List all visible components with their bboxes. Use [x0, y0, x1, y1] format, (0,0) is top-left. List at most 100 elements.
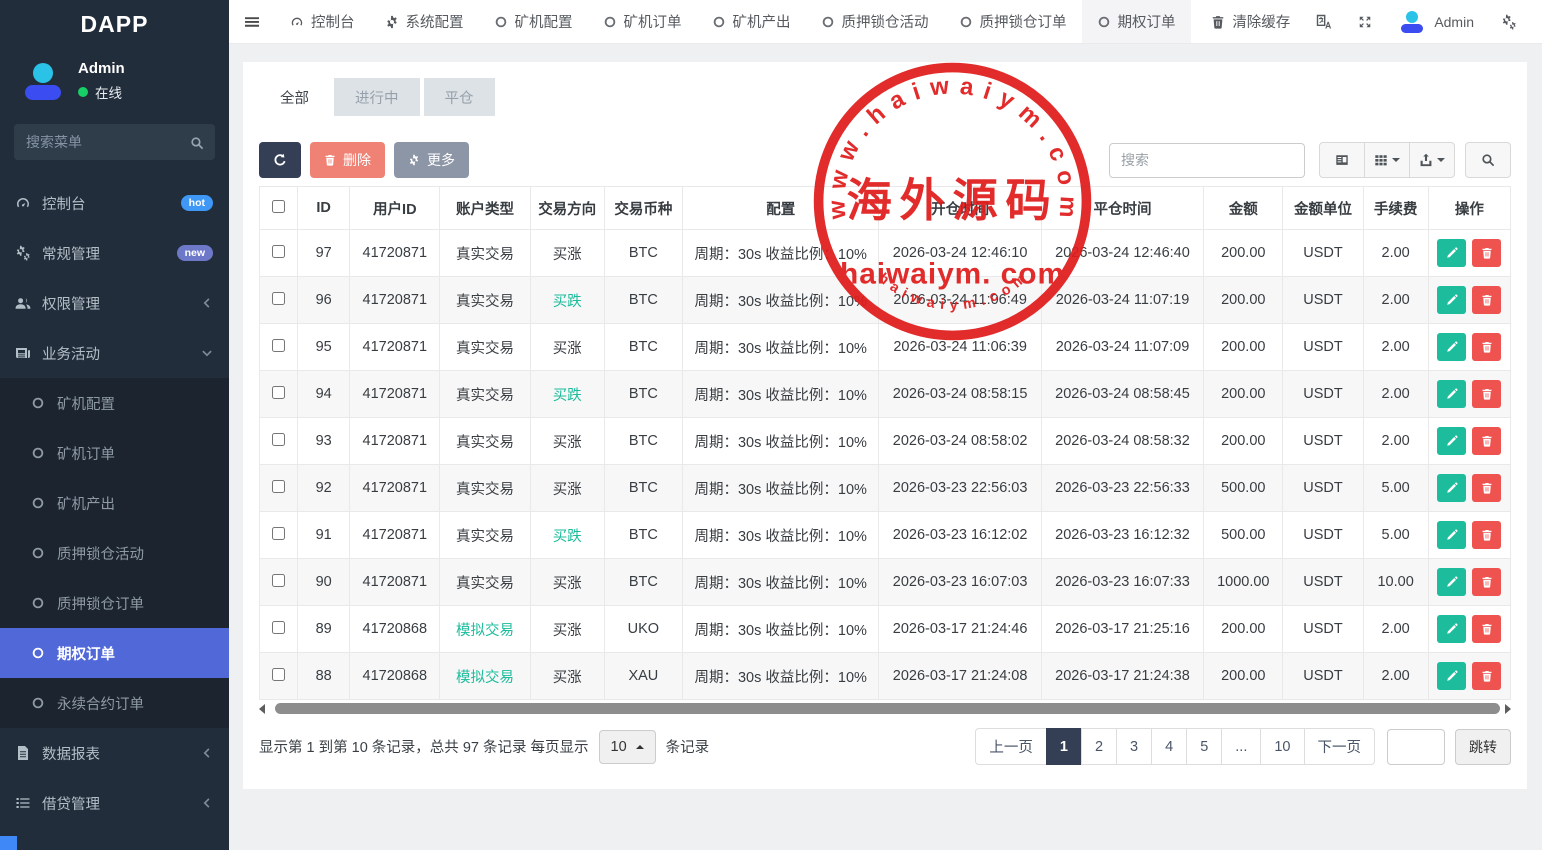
page-size-dropdown[interactable]: 10	[599, 730, 656, 764]
row-checkbox[interactable]	[272, 245, 285, 258]
hamburger-menu-button[interactable]	[229, 0, 275, 43]
row-checkbox[interactable]	[272, 480, 285, 493]
refresh-button[interactable]	[259, 142, 301, 178]
detail-view-button[interactable]	[1319, 142, 1365, 178]
table-body: 9741720871真实交易买涨BTC周期：30s 收益比例：10%2026-0…	[260, 230, 1511, 700]
row-delete-button[interactable]	[1472, 474, 1501, 502]
pagination-item[interactable]: 10	[1260, 728, 1304, 765]
nav-tab-system-config[interactable]: 系统配置	[370, 0, 479, 43]
row-checkbox[interactable]	[272, 433, 285, 446]
edit-button[interactable]	[1437, 286, 1466, 314]
online-status-dot	[78, 87, 88, 97]
pagination-item[interactable]: 上一页	[975, 728, 1047, 765]
nav-tab-miner-orders[interactable]: 矿机订单	[588, 0, 697, 43]
nav-tab-pledge-activity[interactable]: 质押锁仓活动	[806, 0, 944, 43]
pagination-item[interactable]: ...	[1221, 728, 1261, 765]
cell-coin: XAU	[604, 653, 682, 700]
settings-button[interactable]	[1488, 13, 1530, 29]
scroll-left-arrow[interactable]	[259, 704, 265, 714]
pagination-item[interactable]: 3	[1116, 728, 1152, 765]
row-delete-button[interactable]	[1472, 662, 1501, 690]
sidebar-item-pledge-orders[interactable]: 质押锁仓订单	[0, 578, 229, 628]
page-jump-input[interactable]	[1387, 729, 1445, 765]
row-delete-button[interactable]	[1472, 333, 1501, 361]
row-delete-button[interactable]	[1472, 568, 1501, 596]
clear-cache-button[interactable]: 清除缓存	[1198, 11, 1303, 32]
search-button[interactable]	[1465, 142, 1511, 178]
row-checkbox[interactable]	[272, 574, 285, 587]
cell-unit: USDT	[1283, 371, 1363, 418]
sidebar-item-business[interactable]: 业务活动	[0, 328, 229, 378]
more-button[interactable]: 更多	[394, 142, 469, 178]
edit-button[interactable]	[1437, 474, 1466, 502]
table-row: 9241720871真实交易买涨BTC周期：30s 收益比例：10%2026-0…	[260, 465, 1511, 512]
pagination-item[interactable]: 1	[1046, 728, 1082, 765]
pagination-item[interactable]: 下一页	[1304, 728, 1376, 765]
sidebar-item-reports[interactable]: 数据报表	[0, 728, 229, 778]
tab-in-progress[interactable]: 进行中	[334, 78, 420, 116]
edit-button[interactable]	[1437, 333, 1466, 361]
sidebar-item-dashboard[interactable]: 控制台 hot	[0, 178, 229, 228]
row-checkbox[interactable]	[272, 621, 285, 634]
scrollbar-thumb[interactable]	[275, 703, 1500, 714]
sidebar-item-miner-orders[interactable]: 矿机订单	[0, 428, 229, 478]
sidebar-item-option-orders[interactable]: 期权订单	[0, 628, 229, 678]
columns-button[interactable]	[1364, 142, 1410, 178]
nav-tab-miner-config[interactable]: 矿机配置	[479, 0, 588, 43]
cell-coin: BTC	[604, 559, 682, 606]
table-search-input[interactable]	[1109, 143, 1305, 178]
nav-tab-pledge-orders[interactable]: 质押锁仓订单	[944, 0, 1082, 43]
edit-button[interactable]	[1437, 521, 1466, 549]
pagination-item[interactable]: 2	[1081, 728, 1117, 765]
sidebar-item-pledge-activity[interactable]: 质押锁仓活动	[0, 528, 229, 578]
tab-closed[interactable]: 平仓	[424, 78, 495, 116]
nav-tab-option-orders[interactable]: 期权订单	[1082, 0, 1191, 43]
select-all-checkbox[interactable]	[272, 200, 285, 213]
row-delete-button[interactable]	[1472, 427, 1501, 455]
table-row: 9141720871真实交易买跌BTC周期：30s 收益比例：10%2026-0…	[260, 512, 1511, 559]
row-checkbox[interactable]	[272, 292, 285, 305]
sidebar-item-perpetual-orders[interactable]: 永续合约订单	[0, 678, 229, 728]
sidebar-item-lending[interactable]: 借贷管理	[0, 778, 229, 828]
row-checkbox[interactable]	[272, 386, 285, 399]
scroll-right-arrow[interactable]	[1505, 704, 1511, 714]
row-checkbox[interactable]	[272, 527, 285, 540]
row-delete-button[interactable]	[1472, 615, 1501, 643]
edit-button[interactable]	[1437, 380, 1466, 408]
cell-close-time: 2026-03-24 08:58:45	[1041, 371, 1203, 418]
edit-button[interactable]	[1437, 615, 1466, 643]
circle-icon	[31, 545, 45, 561]
edit-button[interactable]	[1437, 568, 1466, 596]
table-row: 8841720868模拟交易买涨XAU周期：30s 收益比例：10%2026-0…	[260, 653, 1511, 700]
export-button[interactable]	[1409, 142, 1455, 178]
row-delete-button[interactable]	[1472, 521, 1501, 549]
tab-all[interactable]: 全部	[259, 78, 330, 116]
user-panel: Admin 在线	[0, 48, 229, 116]
row-checkbox[interactable]	[272, 339, 285, 352]
sidebar-item-permissions[interactable]: 权限管理	[0, 278, 229, 328]
edit-button[interactable]	[1437, 239, 1466, 267]
translate-button[interactable]	[1303, 13, 1345, 29]
cell-account-type: 真实交易	[440, 418, 530, 465]
page-jump-button[interactable]: 跳转	[1455, 729, 1511, 765]
sidebar-item-general[interactable]: 常规管理 new	[0, 228, 229, 278]
pagination-item[interactable]: 5	[1186, 728, 1222, 765]
row-checkbox[interactable]	[272, 668, 285, 681]
cell-user-id: 41720871	[350, 559, 440, 606]
fullscreen-button[interactable]	[1345, 14, 1385, 30]
sidebar: DAPP Admin 在线 控制台 hot 常规管理 new	[0, 0, 229, 850]
nav-tab-miner-output[interactable]: 矿机产出	[697, 0, 806, 43]
sidebar-item-miner-output[interactable]: 矿机产出	[0, 478, 229, 528]
edit-button[interactable]	[1437, 427, 1466, 455]
row-delete-button[interactable]	[1472, 380, 1501, 408]
row-delete-button[interactable]	[1472, 239, 1501, 267]
nav-tab-dashboard[interactable]: 控制台	[275, 0, 370, 43]
pagination-item[interactable]: 4	[1151, 728, 1187, 765]
delete-button[interactable]: 删除	[310, 142, 385, 178]
cell-account-type: 模拟交易	[440, 653, 530, 700]
sidebar-item-miner-config[interactable]: 矿机配置	[0, 378, 229, 428]
user-menu[interactable]: Admin	[1385, 9, 1488, 35]
edit-button[interactable]	[1437, 662, 1466, 690]
sidebar-search-input[interactable]	[14, 124, 215, 160]
row-delete-button[interactable]	[1472, 286, 1501, 314]
